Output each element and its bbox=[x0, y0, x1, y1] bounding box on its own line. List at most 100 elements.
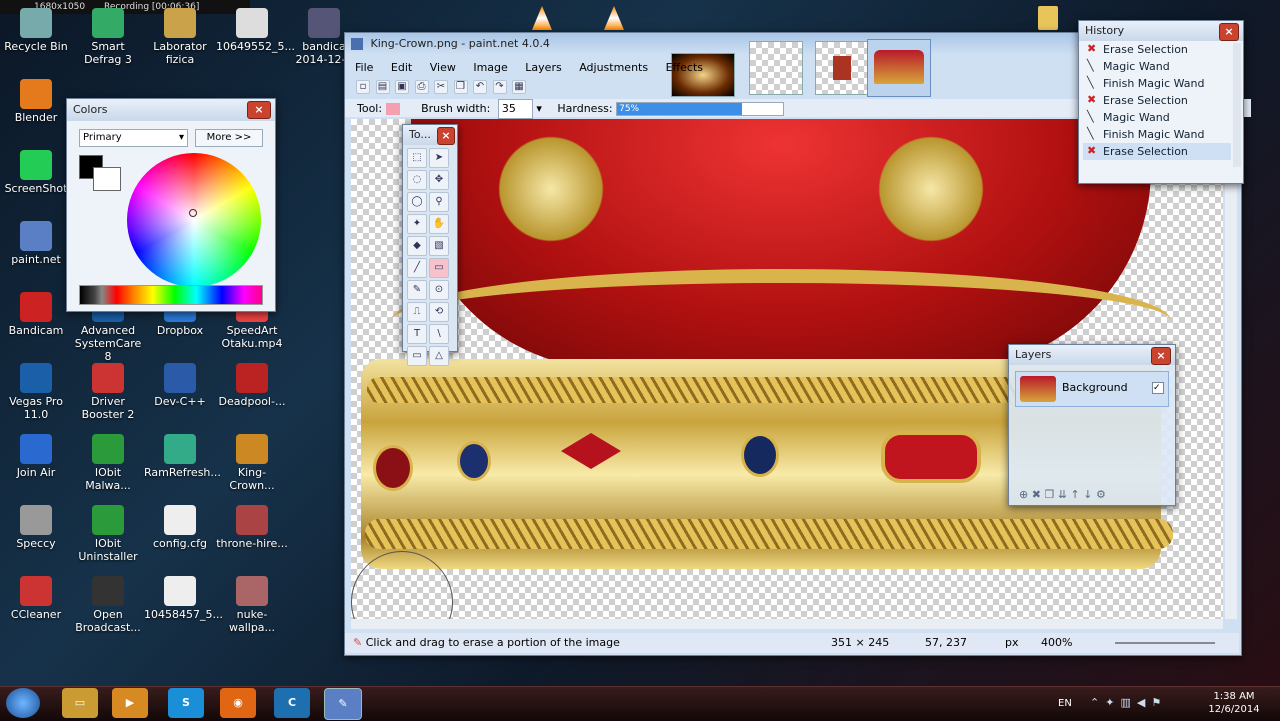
clone-stamp-icon[interactable]: ⎍ bbox=[407, 302, 427, 322]
desktop-icon[interactable]: Laborator fizica bbox=[144, 8, 216, 66]
open-icon[interactable]: ▤ bbox=[375, 80, 390, 94]
desktop-icon[interactable]: Deadpool-... bbox=[216, 363, 288, 408]
grid-icon[interactable]: ▦ bbox=[512, 80, 526, 94]
eraser-icon[interactable]: ▭ bbox=[429, 258, 449, 278]
history-item[interactable]: ✖ Erase Selection bbox=[1083, 143, 1231, 160]
clock[interactable]: 1:38 AM 12/6/2014 bbox=[1206, 690, 1262, 716]
desktop-icon[interactable]: Open Broadcast... bbox=[72, 576, 144, 634]
layer-row[interactable]: Background ✓ bbox=[1015, 371, 1169, 407]
desktop-icon[interactable]: IObit Malwa... bbox=[72, 434, 144, 492]
move-down-icon[interactable]: ↓ bbox=[1083, 488, 1092, 501]
desktop-icon[interactable]: Vegas Pro 11.0 bbox=[0, 363, 72, 421]
dropdown-arrow-icon[interactable]: ▾ bbox=[536, 102, 542, 115]
ccleaner-icon[interactable]: C bbox=[274, 688, 310, 718]
close-icon[interactable]: × bbox=[247, 101, 271, 119]
desktop-icon[interactable]: Recycle Bin bbox=[0, 8, 72, 53]
triangle-icon[interactable]: △ bbox=[429, 346, 449, 366]
desktop-icon[interactable]: RamRefresh... bbox=[144, 434, 221, 479]
history-item[interactable]: ╲ Finish Magic Wand bbox=[1083, 75, 1231, 92]
pan-icon[interactable]: ✋ bbox=[429, 214, 449, 234]
firefox-icon[interactable]: ◉ bbox=[220, 688, 256, 718]
lasso-icon[interactable]: ◌ bbox=[407, 170, 427, 190]
cut-icon[interactable]: ✂ bbox=[434, 80, 448, 94]
desktop-icon[interactable]: King-Crown... bbox=[216, 434, 288, 492]
paintnet-task-icon[interactable]: ✎ bbox=[324, 688, 362, 720]
folder-icon[interactable] bbox=[1038, 6, 1058, 30]
history-item[interactable]: ✖ Erase Selection bbox=[1083, 92, 1231, 109]
desktop-icon[interactable]: 10458457_5... bbox=[144, 576, 223, 621]
menu-edit[interactable]: Edit bbox=[391, 61, 412, 74]
menu-adjustments[interactable]: Adjustments bbox=[579, 61, 648, 74]
desktop-icon[interactable]: Blender bbox=[0, 79, 72, 124]
color-palette[interactable] bbox=[79, 285, 263, 305]
skype-icon[interactable]: S bbox=[168, 688, 204, 718]
layers-titlebar[interactable]: Layers × bbox=[1009, 345, 1175, 365]
horizontal-scrollbar[interactable] bbox=[351, 619, 1223, 629]
desktop-icon[interactable]: Bandicam bbox=[0, 292, 72, 337]
close-icon[interactable]: × bbox=[1219, 23, 1239, 41]
desktop-icon[interactable]: paint.net bbox=[0, 221, 72, 266]
gradient-icon[interactable]: ▧ bbox=[429, 236, 449, 256]
layer-properties-icon[interactable]: ⚙ bbox=[1096, 488, 1106, 501]
vlc-icon[interactable] bbox=[604, 6, 624, 30]
tray-arrow-icon[interactable]: ⌃ bbox=[1090, 696, 1105, 709]
move-pixels-icon[interactable]: ✥ bbox=[429, 170, 449, 190]
menu-view[interactable]: View bbox=[430, 61, 456, 74]
history-item[interactable]: ✖ Erase Selection bbox=[1083, 41, 1231, 58]
color-wheel[interactable] bbox=[127, 153, 261, 287]
menu-image[interactable]: Image bbox=[473, 61, 507, 74]
zoom-value[interactable]: 400% bbox=[1041, 633, 1072, 653]
menu-layers[interactable]: Layers bbox=[525, 61, 561, 74]
desktop-icon[interactable]: Driver Booster 2 bbox=[72, 363, 144, 421]
duplicate-layer-icon[interactable]: ❐ bbox=[1044, 488, 1054, 501]
desktop-icon[interactable]: throne-hire... bbox=[216, 505, 288, 550]
media-player-icon[interactable]: ▶ bbox=[112, 688, 148, 718]
history-item[interactable]: ╲ Finish Magic Wand bbox=[1083, 126, 1231, 143]
image-tab[interactable] bbox=[671, 53, 735, 97]
zoom-icon[interactable]: ⚲ bbox=[429, 192, 449, 212]
vlc-icon[interactable] bbox=[532, 6, 552, 30]
move-selection-icon[interactable]: ➤ bbox=[429, 148, 449, 168]
volume-icon[interactable]: ◀ bbox=[1137, 696, 1151, 709]
rectangle-select-icon[interactable]: ⬚ bbox=[407, 148, 427, 168]
desktop-icon[interactable]: IObit Uninstaller bbox=[72, 505, 144, 563]
close-icon[interactable]: × bbox=[437, 127, 455, 145]
color-picker-icon[interactable]: ⊙ bbox=[429, 280, 449, 300]
paintbrush-icon[interactable]: ╱ bbox=[407, 258, 427, 278]
network-icon[interactable]: ▥ bbox=[1120, 696, 1136, 709]
menu-file[interactable]: File bbox=[355, 61, 373, 74]
language-indicator[interactable]: EN bbox=[1058, 698, 1072, 709]
brush-width-input[interactable]: 35 bbox=[497, 99, 533, 119]
flag-icon[interactable]: ⚑ bbox=[1151, 696, 1167, 709]
dropbox-tray-icon[interactable]: ✦ bbox=[1105, 696, 1120, 709]
recolor-icon[interactable]: ⟲ bbox=[429, 302, 449, 322]
secondary-color-swatch[interactable] bbox=[93, 167, 121, 191]
undo-icon[interactable]: ↶ bbox=[473, 80, 487, 94]
desktop-icon[interactable]: config.cfg bbox=[144, 505, 216, 550]
start-button[interactable] bbox=[6, 688, 40, 718]
desktop-icon[interactable]: nuke-wallpa... bbox=[216, 576, 288, 634]
history-scrollbar[interactable] bbox=[1233, 43, 1241, 167]
layer-visibility-checkbox[interactable]: ✓ bbox=[1152, 382, 1164, 394]
magic-wand-icon[interactable]: ✦ bbox=[407, 214, 427, 234]
hardness-slider[interactable]: 75% bbox=[616, 102, 785, 116]
new-icon[interactable]: ▫ bbox=[356, 80, 370, 94]
redo-icon[interactable]: ↷ bbox=[492, 80, 507, 94]
explorer-icon[interactable]: ▭ bbox=[62, 688, 98, 718]
pencil-icon[interactable]: ✎ bbox=[407, 280, 427, 300]
menu-effects[interactable]: Effects bbox=[666, 61, 703, 74]
history-item[interactable]: ╲ Magic Wand bbox=[1083, 109, 1231, 126]
image-tab[interactable] bbox=[815, 41, 869, 95]
history-item[interactable]: ╲ Magic Wand bbox=[1083, 58, 1231, 75]
line-icon[interactable]: \ bbox=[429, 324, 449, 344]
add-layer-icon[interactable]: ⊕ bbox=[1019, 488, 1028, 501]
more-button[interactable]: More >> bbox=[195, 129, 263, 147]
desktop-icon[interactable]: CCleaner bbox=[0, 576, 72, 621]
desktop-icon[interactable]: Dev-C++ bbox=[144, 363, 216, 408]
shapes-icon[interactable]: ▭ bbox=[407, 346, 427, 366]
color-mode-select[interactable]: Primary ▾ bbox=[79, 129, 188, 147]
tools-titlebar[interactable]: To... × bbox=[403, 125, 457, 145]
image-tab-active[interactable] bbox=[867, 39, 931, 97]
eraser-tool-icon[interactable] bbox=[385, 103, 400, 115]
history-titlebar[interactable]: History × bbox=[1079, 21, 1243, 41]
